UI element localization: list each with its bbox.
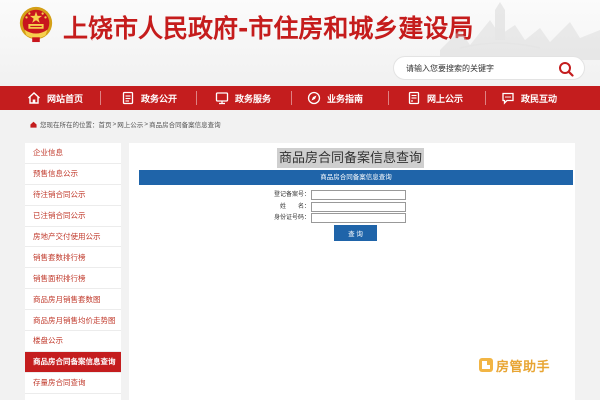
breadcrumb-current: 商品房合同备案信息查询: [149, 122, 221, 129]
form-header: 商品房合同备案信息查询: [139, 170, 573, 185]
page-title: 商品房合同备案信息查询: [277, 148, 425, 168]
sidebar: 企业信息 预售信息公示 待注销合同公示 已注销合同公示 房地产交付使用公示 销售…: [25, 143, 121, 400]
id-number-field[interactable]: [311, 213, 406, 223]
nav-item-home[interactable]: 网站首页: [0, 86, 100, 110]
breadcrumb-section[interactable]: 网上公示: [117, 119, 143, 129]
record-number-label: 登记备案号：: [273, 192, 310, 198]
breadcrumb: 您现在所在的位置： 首页 > 网上公示 > 商品房合同备案信息查询: [30, 118, 221, 130]
notice-icon: [408, 91, 420, 105]
nav-label: 政务服务: [235, 93, 272, 104]
monitor-icon: [215, 92, 229, 105]
nav-item-gov-services[interactable]: 政务服务: [197, 86, 291, 110]
house-manager-logo-icon: [479, 358, 493, 372]
nav-item-interaction[interactable]: 政民互动: [486, 86, 596, 110]
sidebar-item-cancelled[interactable]: 已注销合同公示: [25, 206, 121, 227]
nav-item-business-guide[interactable]: 业务指南: [292, 86, 388, 110]
nav-label: 网上公示: [427, 93, 464, 104]
sidebar-item-property-notice[interactable]: 楼盘公示: [25, 331, 121, 352]
nav-item-gov-affairs[interactable]: 政务公开: [101, 86, 196, 110]
sidebar-item-delivery-notice[interactable]: 房地产交付使用公示: [25, 227, 121, 248]
sidebar-item-monthly-count-chart[interactable]: 商品房月销售套数图: [25, 289, 121, 311]
site-header: 上饶市人民政府-市住房和城乡建设局: [0, 0, 600, 86]
sidebar-item-sales-count-rank[interactable]: 销售套数排行榜: [25, 247, 121, 269]
name-label: 姓 名：: [279, 204, 310, 210]
nav-label: 网站首页: [47, 93, 84, 104]
sidebar-item-presale-notice[interactable]: 预售信息公示: [25, 164, 121, 185]
sidebar-item-monthly-price-trend[interactable]: 商品房月销售均价走势图: [25, 310, 121, 332]
skyline-decoration-icon: [440, 2, 600, 60]
sidebar-item-enterprise-info[interactable]: 企业信息: [25, 143, 121, 164]
compass-icon: [307, 91, 321, 105]
nav-label: 政务公开: [141, 93, 178, 104]
sidebar-item-contract-query[interactable]: 商品房合同备案信息查询: [25, 351, 121, 373]
watermark: 房管助手: [475, 354, 554, 376]
breadcrumb-separator: >: [144, 120, 149, 128]
field-row-record-number: 登记备案号：: [129, 190, 575, 200]
search-input[interactable]: [406, 60, 556, 76]
document-icon: [122, 91, 134, 105]
breadcrumb-prefix: 您现在所在的位置：: [40, 122, 99, 129]
watermark-text: 房管助手: [496, 358, 551, 374]
field-row-name: 姓 名：: [129, 202, 575, 212]
home-icon: [30, 121, 37, 128]
name-field[interactable]: [311, 202, 406, 212]
record-number-field[interactable]: [311, 190, 406, 200]
query-button[interactable]: 查 询: [334, 225, 377, 241]
sidebar-item-pending-cancel[interactable]: 待注销合同公示: [25, 185, 121, 206]
chat-icon: [502, 92, 514, 105]
national-emblem-icon: [19, 6, 53, 43]
sidebar-item-existing-contract-query[interactable]: 存量房合同查询: [25, 373, 121, 394]
main-nav: 网站首页 政务公开 政务服务 业务指南 网上公示 政民互动: [0, 86, 600, 110]
field-row-id-number: 身份证号码：: [129, 213, 575, 223]
nav-item-public-notice[interactable]: 网上公示: [389, 86, 485, 110]
nav-label: 业务指南: [327, 93, 364, 104]
search-icon[interactable]: [558, 61, 574, 77]
id-number-label: 身份证号码：: [273, 215, 310, 221]
sidebar-item-sales-area-rank[interactable]: 销售面积排行榜: [25, 268, 121, 290]
nav-label: 政民互动: [521, 93, 558, 104]
search-box: [393, 56, 585, 80]
breadcrumb-separator: >: [112, 120, 117, 128]
home-icon: [28, 92, 40, 104]
page: 上饶市人民政府-市住房和城乡建设局 网站首页 政务公开 政务服务: [0, 0, 600, 400]
breadcrumb-home[interactable]: 首页: [99, 119, 112, 129]
